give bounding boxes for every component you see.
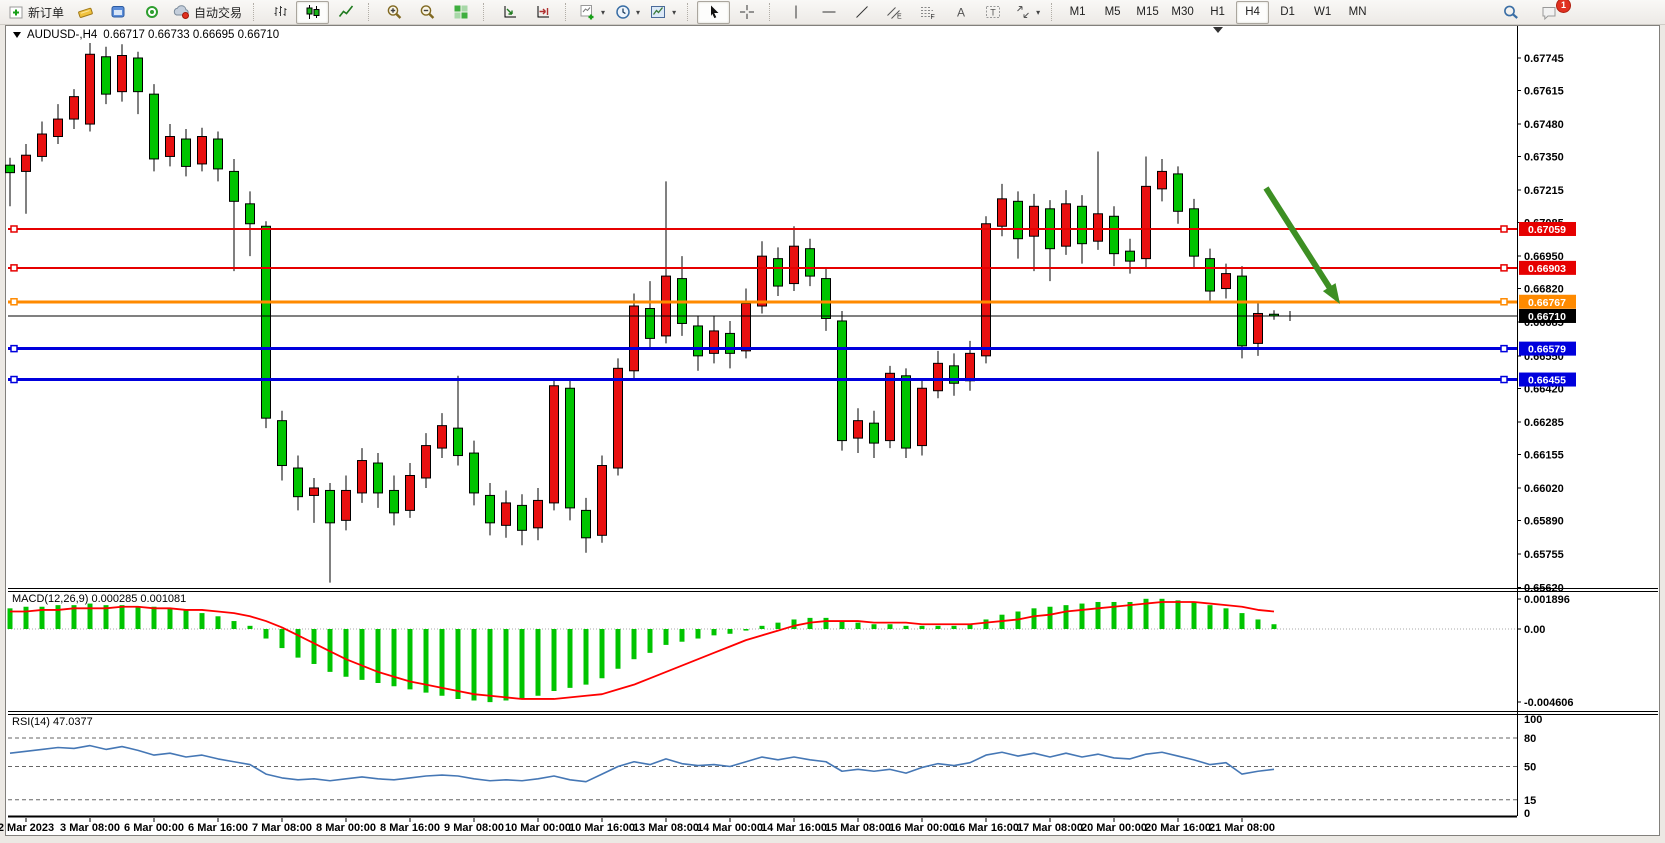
timeframe-d1-button[interactable]: D1: [1271, 1, 1304, 24]
chart-title: AUDUSD-,H4 0.66717 0.66733 0.66695 0.667…: [13, 29, 279, 41]
timeframe-w1-button[interactable]: W1: [1306, 1, 1339, 24]
add-indicator-button[interactable]: ▾: [575, 1, 610, 24]
main-toolbar: 新订单 自动交易 ▾ ▾: [0, 0, 1665, 25]
timeframe-m30-button[interactable]: M30: [1166, 1, 1199, 24]
tile-windows-icon: [453, 4, 469, 20]
chevron-down-icon: ▾: [601, 8, 605, 17]
rsi-label: RSI(14) 47.0377: [12, 716, 93, 728]
crosshair-icon: [739, 4, 755, 20]
svg-text:F: F: [931, 14, 935, 20]
chart-shift-button[interactable]: [526, 1, 559, 24]
horizontal-line-button[interactable]: [812, 1, 845, 24]
text-a-icon: A: [954, 4, 968, 20]
chevron-down-icon: ▾: [1036, 8, 1040, 17]
chevron-down-icon: ▾: [636, 8, 640, 17]
new-order-icon: [9, 5, 24, 20]
toolbar-separator: [253, 3, 259, 21]
tile-windows-button[interactable]: [444, 1, 477, 24]
collapse-triangle-icon: [13, 32, 21, 38]
arrows-button[interactable]: ▾: [1010, 1, 1045, 24]
text-label-icon: T: [985, 4, 1002, 20]
auto-scroll-button[interactable]: [493, 1, 526, 24]
autotrading-label: 自动交易: [194, 4, 242, 21]
toolbar-separator: [687, 3, 693, 21]
period-button[interactable]: ▾: [610, 1, 645, 24]
gold-bar-icon: [77, 4, 94, 20]
fibonacci-icon: F: [919, 4, 936, 20]
add-indicator-icon: [580, 4, 596, 20]
toolbar-separator: [769, 3, 775, 21]
horizontal-line-icon: [821, 4, 837, 20]
timeframe-m5-button[interactable]: M5: [1096, 1, 1129, 24]
timeframe-group: M1M5M15M30H1H4D1W1MN: [1061, 1, 1374, 24]
chart-shift-icon: [535, 4, 551, 20]
vertical-line-icon: [790, 4, 802, 20]
template-button[interactable]: ▾: [645, 1, 681, 24]
bar-chart-mode-button[interactable]: [263, 1, 296, 24]
template-icon: [650, 4, 667, 20]
chat-button[interactable]: 1: [1533, 1, 1566, 24]
timeframe-h4-button[interactable]: H4: [1236, 1, 1269, 24]
market-watch-button[interactable]: [69, 1, 102, 24]
cursor-icon: [706, 4, 722, 20]
zoom-in-icon: [386, 4, 403, 20]
chart-window[interactable]: [5, 25, 1660, 836]
channel-icon: E: [886, 4, 903, 20]
trendline-icon: [854, 4, 870, 20]
new-order-label: 新订单: [28, 4, 64, 21]
text-button[interactable]: A: [944, 1, 977, 24]
new-order-button[interactable]: 新订单: [4, 1, 69, 24]
data-window-button[interactable]: [102, 1, 135, 24]
zoom-out-button[interactable]: [411, 1, 444, 24]
notification-badge: 1: [1556, 0, 1571, 13]
macd-label: MACD(12,26,9) 0.000285 0.001081: [12, 593, 186, 605]
toolbar-right-group: 1: [1494, 1, 1566, 24]
toolbar-separator: [565, 3, 571, 21]
cursor-button[interactable]: [697, 1, 730, 24]
autotrading-icon: [173, 4, 190, 20]
line-chart-icon: [338, 4, 354, 20]
clock-icon: [615, 4, 631, 20]
candlestick-icon: [305, 4, 321, 20]
text-label-button[interactable]: T: [977, 1, 1010, 24]
vertical-line-button[interactable]: [779, 1, 812, 24]
timeframe-m15-button[interactable]: M15: [1131, 1, 1164, 24]
svg-text:T: T: [990, 8, 996, 18]
svg-text:A: A: [957, 6, 965, 20]
crosshair-button[interactable]: [730, 1, 763, 24]
timeframe-h1-button[interactable]: H1: [1201, 1, 1234, 24]
window-icon: [110, 4, 127, 20]
trendline-button[interactable]: [845, 1, 878, 24]
chart-ohlc-values: 0.66717 0.66733 0.66695 0.66710: [103, 29, 279, 41]
auto-scroll-icon: [502, 4, 518, 20]
chevron-down-icon: ▾: [672, 8, 676, 17]
zoom-out-icon: [419, 4, 436, 20]
fibonacci-button[interactable]: F: [911, 1, 944, 24]
timeframe-m1-button[interactable]: M1: [1061, 1, 1094, 24]
autotrading-button[interactable]: 自动交易: [168, 1, 247, 24]
equidistant-channel-button[interactable]: E: [878, 1, 911, 24]
candlestick-mode-button[interactable]: [296, 1, 329, 24]
timeframe-mn-button[interactable]: MN: [1341, 1, 1374, 24]
svg-text:E: E: [897, 14, 902, 21]
toolbar-separator: [483, 3, 489, 21]
navigator-button[interactable]: [135, 1, 168, 24]
search-icon: [1502, 4, 1520, 21]
signal-icon: [144, 4, 160, 20]
line-chart-mode-button[interactable]: [329, 1, 362, 24]
search-button[interactable]: [1494, 1, 1527, 24]
arrows-icon: [1015, 4, 1031, 20]
chart-symbol-period: AUDUSD-,H4: [27, 29, 97, 41]
bar-chart-icon: [272, 4, 288, 20]
toolbar-separator: [368, 3, 374, 21]
toolbar-separator: [1051, 3, 1057, 21]
zoom-in-button[interactable]: [378, 1, 411, 24]
